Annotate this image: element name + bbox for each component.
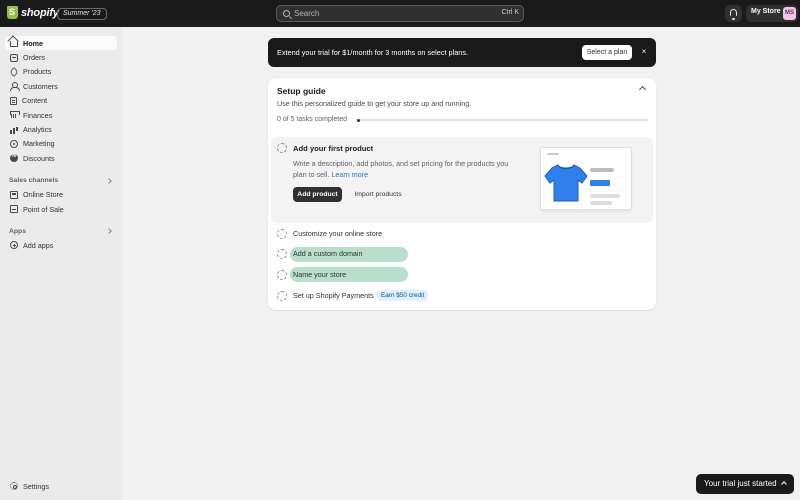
import-products-button[interactable]: Import products xyxy=(350,187,406,202)
bank-icon xyxy=(10,111,20,119)
illustration-line xyxy=(590,201,612,205)
store-menu-button[interactable]: My Store MS xyxy=(746,5,798,22)
step-checkbox[interactable] xyxy=(277,249,287,259)
plus-circle-icon xyxy=(10,241,18,250)
t-shirt-icon xyxy=(544,164,588,202)
sidebar-settings: Settings xyxy=(5,479,117,493)
sidebar: Home Orders Products Customers Content F… xyxy=(0,27,122,500)
progress-bar xyxy=(357,118,648,122)
active-step-description: Write a description, add photos, and set… xyxy=(293,158,518,180)
bar-chart-icon xyxy=(10,126,18,134)
logo-text: shopify xyxy=(21,6,59,19)
tag-icon xyxy=(9,67,19,77)
top-bar: shopify Summer '23 Search Ctrl K My Stor… xyxy=(0,0,800,27)
pos-icon xyxy=(10,205,18,214)
sidebar-item-label: Products xyxy=(23,67,52,77)
sidebar-item-online-store[interactable]: Online Store xyxy=(5,188,117,202)
search-icon xyxy=(283,10,290,17)
gear-icon xyxy=(10,482,18,491)
toast-text: Your trial just started xyxy=(704,479,777,488)
sidebar-item-label: Finances xyxy=(23,110,53,120)
sidebar-item-marketing[interactable]: Marketing xyxy=(5,137,117,151)
step-checkbox[interactable] xyxy=(277,143,287,153)
step-customize-store[interactable]: Customize your online store xyxy=(293,229,382,238)
sidebar-item-settings[interactable]: Settings xyxy=(5,479,117,493)
shopify-logo[interactable]: shopify xyxy=(7,6,59,19)
sidebar-item-customers[interactable]: Customers xyxy=(5,79,117,93)
sidebar-item-discounts[interactable]: Discounts xyxy=(5,151,117,165)
trial-banner-text: Extend your trial for $1/month for 3 mon… xyxy=(277,48,469,57)
search-shortcut: Ctrl K xyxy=(501,9,520,16)
person-icon xyxy=(10,82,20,92)
active-step-title[interactable]: Add your first product xyxy=(293,144,373,153)
chevron-up-icon xyxy=(781,481,787,487)
step-checkbox[interactable] xyxy=(277,270,287,280)
sidebar-item-label: Orders xyxy=(23,53,45,63)
trial-toast[interactable]: Your trial just started xyxy=(696,474,794,494)
sidebar-item-label: Customers xyxy=(23,81,58,91)
sales-channels-heading[interactable]: Sales channels xyxy=(5,174,117,188)
search-bar[interactable]: Search Ctrl K xyxy=(276,5,524,22)
section-heading-label: Apps xyxy=(9,227,26,235)
shopify-bag-icon xyxy=(7,6,18,19)
step-name-store[interactable]: Name your store xyxy=(293,270,346,279)
step-checkbox[interactable] xyxy=(277,291,287,301)
sidebar-item-label: Marketing xyxy=(23,139,55,149)
apps-heading[interactable]: Apps xyxy=(5,224,117,238)
sidebar-item-point-of-sale[interactable]: Point of Sale xyxy=(5,202,117,216)
sidebar-item-label: Settings xyxy=(23,481,49,491)
sidebar-item-label: Home xyxy=(23,38,43,48)
progress-label: 0 of 5 tasks completed xyxy=(277,116,348,123)
section-heading-label: Sales channels xyxy=(9,177,59,185)
sidebar-item-orders[interactable]: Orders xyxy=(5,50,117,64)
sidebar-item-finances[interactable]: Finances xyxy=(5,108,117,122)
search-placeholder: Search xyxy=(294,9,320,18)
content-icon xyxy=(10,96,17,105)
home-icon xyxy=(10,41,18,48)
sidebar-nav: Home Orders Products Customers Content F… xyxy=(5,36,117,253)
sidebar-item-label: Online Store xyxy=(23,190,63,200)
discount-icon xyxy=(10,153,18,163)
sidebar-item-label: Point of Sale xyxy=(23,204,64,214)
setup-guide-subtitle: Use this personalized guide to get your … xyxy=(277,99,472,108)
sidebar-item-add-apps[interactable]: Add apps xyxy=(5,238,117,252)
sidebar-item-content[interactable]: Content xyxy=(5,94,117,108)
store-name: My Store xyxy=(751,8,781,15)
chevron-right-icon xyxy=(106,228,112,235)
step-shopify-payments[interactable]: Set up Shopify Payments xyxy=(293,291,374,300)
learn-more-link[interactable]: Learn more xyxy=(331,170,368,179)
illustration-line xyxy=(590,194,620,198)
sidebar-item-label: Add apps xyxy=(23,240,54,250)
chevron-right-icon xyxy=(106,177,112,184)
target-icon xyxy=(10,139,18,148)
step-custom-domain[interactable]: Add a custom domain xyxy=(293,249,363,258)
add-product-button[interactable]: Add product xyxy=(293,187,342,202)
close-icon[interactable]: × xyxy=(640,47,648,57)
step-checkbox[interactable] xyxy=(277,229,287,239)
notifications-button[interactable] xyxy=(725,5,742,22)
bell-icon xyxy=(730,9,737,20)
orders-icon xyxy=(10,53,18,62)
illustration-header-line xyxy=(547,153,559,155)
sidebar-item-home[interactable]: Home xyxy=(5,36,117,51)
earn-credit-badge: Earn $50 credit xyxy=(377,290,429,301)
sidebar-item-products[interactable]: Products xyxy=(5,65,117,79)
illustration-blue-button xyxy=(590,180,610,186)
store-icon xyxy=(10,190,18,199)
select-plan-button[interactable]: Select a plan xyxy=(582,45,632,60)
edition-badge[interactable]: Summer '23 xyxy=(57,8,107,20)
sidebar-item-label: Analytics xyxy=(23,125,52,135)
active-step-description-text: Write a description, add photos, and set… xyxy=(293,159,509,179)
sidebar-item-label: Content xyxy=(22,96,48,106)
avatar: MS xyxy=(783,7,796,20)
setup-guide-title: Setup guide xyxy=(277,86,326,96)
sidebar-item-analytics[interactable]: Analytics xyxy=(5,122,117,136)
illustration-line xyxy=(590,168,614,172)
sidebar-item-label: Discounts xyxy=(23,153,55,163)
